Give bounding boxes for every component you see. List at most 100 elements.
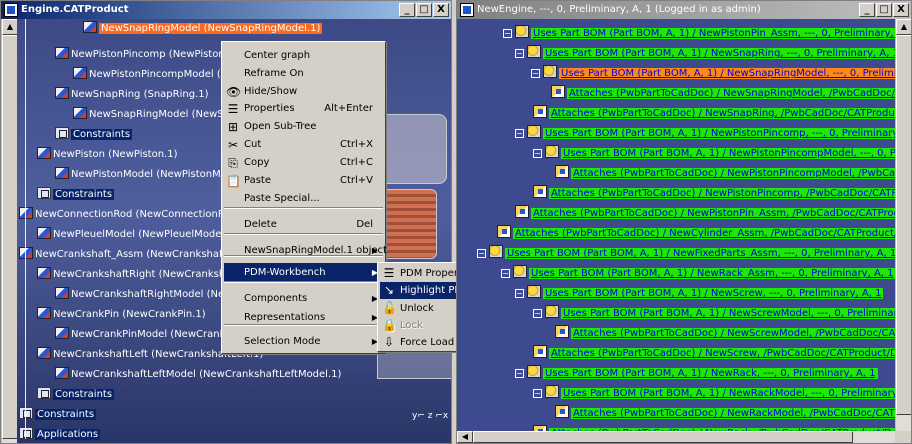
tree-node-label[interactable]: NewConnectionRod (NewConnectionRod.1): [35, 209, 250, 220]
tree-node-label[interactable]: NewCrankPin (NewCrankPin.1): [53, 309, 206, 320]
pdm-tree-node-label[interactable]: Attaches (PwbPartToCadDoc) / NewScrew, /…: [549, 348, 895, 359]
pdm-tree-node[interactable]: Attaches (PwbPartToCadDoc) / NewPistonPi…: [555, 165, 895, 181]
pdm-tree-node[interactable]: − Uses Part BOM (Part BOM, A, 1) / NewPis…: [533, 145, 895, 161]
tree-node[interactable]: Applications: [19, 427, 101, 443]
tree-node-label[interactable]: NewPiston (NewPiston.1): [53, 149, 178, 160]
tree-node[interactable]: NewSnapRingModel (NewSnapRingModel.1): [83, 21, 323, 37]
menu-item-open-sub-tree[interactable]: ⊞ Open Sub-Tree: [224, 117, 383, 137]
tree-node-label[interactable]: Applications: [35, 429, 101, 440]
pdm-tree-node-label[interactable]: Uses Part BOM (Part BOM, A, 1) / NewRack…: [561, 388, 895, 399]
tree-node-label[interactable]: NewSnapRingModel (NewSnapRingModel.1): [99, 23, 323, 34]
tree-node-label[interactable]: Constraints: [71, 129, 133, 140]
horizontal-scroll-thumb[interactable]: [473, 431, 853, 443]
menu-item-selection-mode[interactable]: Selection Mode ▶: [224, 332, 383, 352]
tree-node[interactable]: Constraints: [37, 387, 115, 403]
collapse-toggle-icon[interactable]: −: [533, 389, 542, 398]
tree-node[interactable]: NewPleuelModel (NewPleuelModel.1): [37, 227, 238, 243]
right-window-titlebar[interactable]: NewEngine, ---, 0, Preliminary, A, 1 (Lo…: [457, 1, 911, 19]
pdm-tree-node-label[interactable]: Uses Part BOM (Part BOM, A, 1) / NewSnap…: [543, 48, 895, 59]
pdm-tree-node[interactable]: − Uses Part BOM (Part BOM, A, 1) / NewScr…: [533, 305, 895, 321]
tree-node[interactable]: NewConnectionRod (NewConnectionRod.1): [19, 207, 250, 223]
scroll-left-arrow-icon[interactable]: ◀: [457, 431, 473, 443]
collapse-toggle-icon[interactable]: −: [501, 269, 510, 278]
collapse-toggle-icon[interactable]: −: [515, 49, 524, 58]
close-button[interactable]: X: [893, 3, 909, 17]
tree-node[interactable]: NewPiston (NewPiston.1): [37, 147, 178, 163]
pdm-tree-node-label[interactable]: Attaches (PwbPartToCadDoc) / NewScrewMod…: [571, 328, 895, 339]
pdm-tree-node-label[interactable]: Attaches (PwbPartToCadDoc) / NewPistonPi…: [531, 208, 895, 219]
minimize-button[interactable]: _: [399, 3, 415, 17]
left-window-titlebar[interactable]: Engine.CATProduct _ □ X: [1, 1, 451, 19]
tree-node-label[interactable]: Constraints: [35, 409, 97, 420]
tree-node[interactable]: NewSnapRing (SnapRing.1): [55, 87, 208, 103]
minimize-button[interactable]: _: [859, 3, 875, 17]
pdm-tree-node-label[interactable]: Attaches (PwbPartToCadDoc) / NewPistonPi…: [571, 168, 895, 179]
pdm-tree-node-label[interactable]: Uses Part BOM (Part BOM, A, 1) / NewSnap…: [559, 68, 895, 79]
pdm-tree-node[interactable]: Attaches (PwbPartToCadDoc) / NewSnapRing…: [533, 105, 895, 121]
pdm-tree-node-label[interactable]: Uses Part BOM (Part BOM, A, 1) / NewPist…: [531, 28, 895, 39]
scroll-up-arrow-icon[interactable]: ▲: [2, 19, 18, 35]
close-button[interactable]: X: [433, 3, 449, 17]
pdm-tree-node-label[interactable]: Uses Part BOM (Part BOM, A, 1) / NewPist…: [561, 148, 895, 159]
menu-item-center-graph[interactable]: Center graph: [224, 46, 383, 66]
pdm-tree-node[interactable]: Attaches (PwbPartToCadDoc) / NewRackMode…: [555, 405, 895, 421]
collapse-toggle-icon[interactable]: −: [531, 69, 540, 78]
left-vertical-scrollbar[interactable]: ▲: [1, 19, 18, 443]
pdm-tree-node-label[interactable]: Uses Part BOM (Part BOM, A, 1) / NewRack…: [529, 268, 895, 279]
pdm-tree-node[interactable]: − Uses Part BOM (Part BOM, A, 1) / NewSna…: [515, 45, 895, 61]
scroll-up-arrow-icon[interactable]: ▲: [896, 19, 911, 35]
collapse-toggle-icon[interactable]: −: [503, 29, 512, 38]
menu-item-reframe-on[interactable]: Reframe On: [224, 64, 383, 84]
tree-node[interactable]: Constraints: [37, 187, 115, 203]
pdm-tree-node-label[interactable]: Uses Part BOM (Part BOM, A, 1) / NewPist…: [543, 128, 895, 139]
menu-item-object-submenu[interactable]: NewSnapRingModel.1 object ▶: [224, 241, 387, 261]
pdm-tree-node[interactable]: Attaches (PwbPartToCadDoc) / NewCylinder…: [497, 225, 895, 241]
scroll-thumb[interactable]: [2, 35, 18, 439]
pdm-tree-node[interactable]: − Uses Part BOM (Part BOM, A, 1) / NewSna…: [531, 65, 895, 81]
scroll-thumb[interactable]: [896, 35, 911, 415]
pdm-tree-node[interactable]: Attaches (PwbPartToCadDoc) / NewScrewMod…: [555, 325, 895, 341]
tree-node[interactable]: NewCrankshaftLeftModel (NewCrankshaftLef…: [55, 367, 341, 383]
collapse-toggle-icon[interactable]: −: [515, 289, 524, 298]
pdm-tree-node[interactable]: − Uses Part BOM (Part BOM, A, 1) / NewScr…: [515, 285, 884, 301]
pdm-tree-node[interactable]: − Uses Part BOM (Part BOM, A, 1) / NewRac…: [533, 385, 895, 401]
right-horizontal-scrollbar[interactable]: ◀: [457, 431, 895, 443]
tree-node[interactable]: Constraints: [55, 127, 133, 143]
pdm-tree-node-label[interactable]: Attaches (PwbPartToCadDoc) / NewPistonPi…: [549, 188, 895, 199]
menu-item-properties[interactable]: ☰ Properties Alt+Enter: [224, 99, 383, 119]
menu-item-paste-special[interactable]: Paste Special...: [224, 189, 383, 209]
pdm-tree-node-label[interactable]: Uses Part BOM (Part BOM, A, 1) / NewScre…: [543, 288, 884, 299]
collapse-toggle-icon[interactable]: −: [515, 129, 524, 138]
tree-node-label[interactable]: NewCrankshaftLeftModel (NewCrankshaftLef…: [71, 369, 341, 380]
pdm-tree-node[interactable]: − Uses Part BOM (Part BOM, A, 1) / NewRac…: [515, 365, 878, 381]
tree-node[interactable]: NewCrankPin (NewCrankPin.1): [37, 307, 206, 323]
tree-node[interactable]: Constraints: [19, 407, 97, 423]
menu-item-cut[interactable]: ✂ Cut Ctrl+X: [224, 135, 383, 155]
menu-item-components[interactable]: Components ▶: [224, 289, 383, 309]
pdm-tree-node[interactable]: − Uses Part BOM (Part BOM, A, 1) / NewPis…: [515, 125, 895, 141]
pdm-tree-node-label[interactable]: Attaches (PwbPartToCadDoc) / NewSnapRing…: [567, 88, 895, 99]
menu-item-copy[interactable]: ⎘ Copy Ctrl+C: [224, 153, 383, 173]
right-window[interactable]: NewEngine, ---, 0, Preliminary, A, 1 (Lo…: [456, 0, 912, 444]
pdm-tree-node-label[interactable]: Attaches (PwbPartToCadDoc) / NewRackMode…: [571, 408, 895, 419]
pdm-tree-node[interactable]: − Uses Part BOM (Part BOM, A, 1) / NewPis…: [503, 25, 895, 41]
maximize-button[interactable]: □: [416, 3, 432, 17]
maximize-button[interactable]: □: [876, 3, 892, 17]
pdm-tree-node-label[interactable]: Attaches (PwbPartToCadDoc) / NewCylinder…: [513, 228, 895, 239]
menu-item-paste[interactable]: 📋 Paste Ctrl+V: [224, 171, 383, 191]
tree-node-label[interactable]: Constraints: [53, 189, 115, 200]
tree-node-label[interactable]: NewPleuelModel (NewPleuelModel.1): [53, 229, 238, 240]
tree-node-label[interactable]: NewSnapRing (SnapRing.1): [71, 89, 208, 100]
pdm-tree-node[interactable]: − Uses Part BOM (Part BOM, A, 1) / NewRac…: [501, 265, 895, 281]
pdm-tree-node[interactable]: Attaches (PwbPartToCadDoc) / NewPistonPi…: [515, 205, 895, 221]
collapse-toggle-icon[interactable]: −: [533, 309, 542, 318]
pdm-tree-node[interactable]: Attaches (PwbPartToCadDoc) / NewSnapRing…: [551, 85, 895, 101]
collapse-toggle-icon[interactable]: −: [515, 369, 524, 378]
pdm-tree-node[interactable]: Attaches (PwbPartToCadDoc) / NewPistonPi…: [533, 185, 895, 201]
tree-node-label[interactable]: Constraints: [53, 389, 115, 400]
pdm-tree-node-label[interactable]: Uses Part BOM (Part BOM, A, 1) / NewFixe…: [505, 248, 895, 259]
menu-item-delete[interactable]: Delete Del: [224, 215, 383, 235]
pdm-tree-node[interactable]: Attaches (PwbPartToCadDoc) / NewScrew, /…: [533, 345, 895, 361]
pdm-tree-node-label[interactable]: Uses Part BOM (Part BOM, A, 1) / NewScre…: [561, 308, 895, 319]
pdm-tree-node-label[interactable]: Attaches (PwbPartToCadDoc) / NewSnapRing…: [549, 108, 895, 119]
